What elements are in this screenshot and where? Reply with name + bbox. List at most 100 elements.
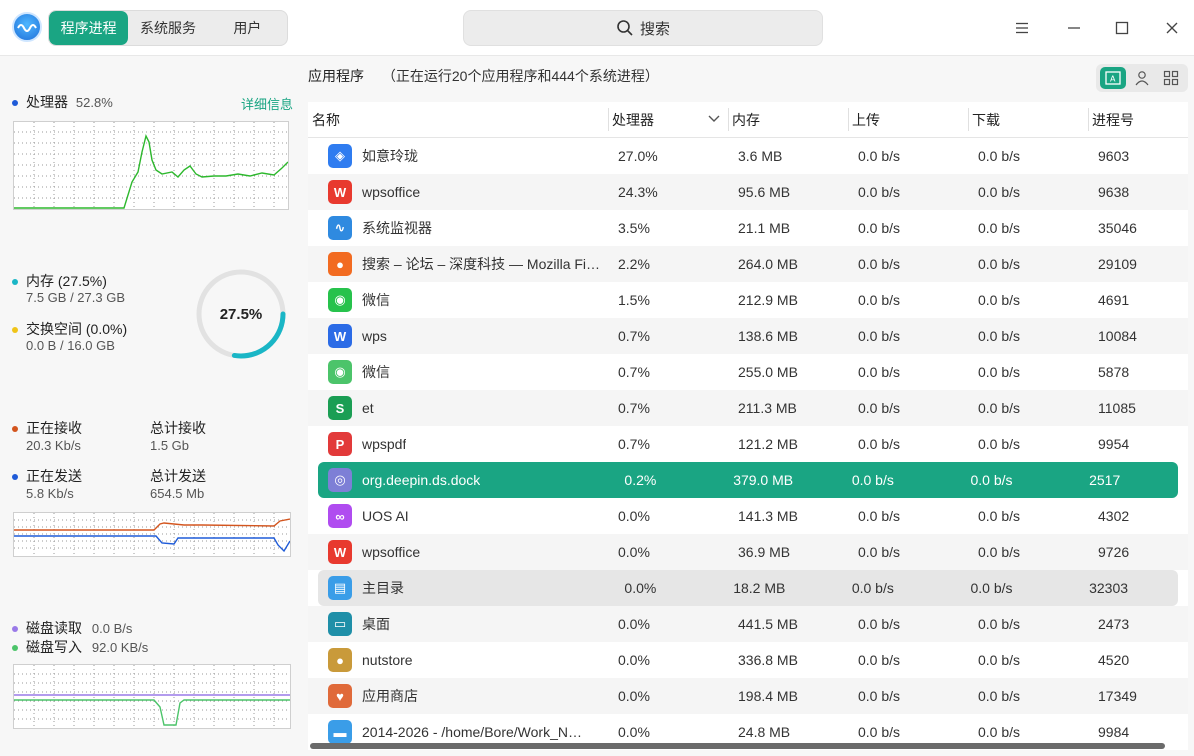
process-upload: 0.0 b/s [851, 472, 894, 488]
table-row[interactable]: ◉ 微信 0.7% 255.0 MB 0.0 b/s 0.0 b/s 5878 [308, 354, 1188, 390]
column-name[interactable]: 名称 [308, 102, 608, 137]
process-download: 0.0 b/s [970, 580, 1013, 596]
title-bar: 程序进程 系统服务 用户 搜索 [0, 0, 1194, 56]
horizontal-scrollbar[interactable] [310, 743, 1165, 749]
process-memory: 211.3 MB [738, 400, 797, 416]
table-row[interactable]: ◉ 微信 1.5% 212.9 MB 0.0 b/s 0.0 b/s 4691 [308, 282, 1188, 318]
column-cpu[interactable]: 处理器 [608, 102, 728, 137]
process-memory: 24.8 MB [738, 724, 791, 740]
process-memory: 18.2 MB [733, 580, 786, 596]
process-name-cell: ∿ 系统监视器 [308, 216, 608, 240]
process-cpu: 0.7% [618, 328, 650, 344]
svg-text:A: A [1110, 75, 1116, 84]
column-download[interactable]: 下载 [968, 102, 1088, 137]
process-name-cell: Pwpspdf [308, 432, 608, 456]
process-name: 微信 [362, 364, 390, 380]
column-upload[interactable]: 上传 [848, 102, 968, 137]
list-header: 应用程序 （正在运行20个应用程序和444个系统进程） [308, 66, 659, 86]
process-pid: 4520 [1098, 652, 1130, 668]
table-row[interactable]: ∞ UOS AI 0.0% 141.3 MB 0.0 b/s 0.0 b/s 4302 [308, 498, 1188, 534]
column-memory[interactable]: 内存 [728, 102, 848, 137]
disk-graph [13, 664, 291, 729]
process-download: 0.0 b/s [978, 292, 1021, 308]
table-row[interactable]: Wwpsoffice 24.3% 95.6 MB 0.0 b/s 0.0 b/s 9638 [308, 174, 1188, 210]
network-graph [13, 512, 291, 557]
table-row[interactable]: ● 搜索 – 论坛 – 深度科技 — Mozilla Firefox 2.2% 264… [308, 246, 1188, 282]
process-pid: 9726 [1098, 544, 1130, 560]
swap-value: 0.0 B / 16.0 GB [26, 338, 115, 353]
process-name: 如意玲珑 [362, 148, 418, 164]
process-name: 搜索 – 论坛 – 深度科技 — Mozilla Firefox [362, 256, 602, 272]
process-name: wps [362, 328, 387, 344]
spreadsheet-icon: S [328, 396, 352, 420]
desktop-icon: ▭ [328, 612, 352, 636]
process-name: 微信 [362, 292, 390, 308]
table-row[interactable]: Pwpspdf 0.7% 121.2 MB 0.0 b/s 0.0 b/s 9954 [308, 426, 1188, 462]
process-cpu: 0.7% [618, 436, 650, 452]
wechat-icon: ◉ [328, 288, 352, 312]
tab-services[interactable]: 系统服务 [128, 11, 207, 45]
search-placeholder: 搜索 [639, 20, 670, 38]
process-upload: 0.0 b/s [858, 364, 901, 380]
process-download: 0.0 b/s [978, 652, 1021, 668]
table-row[interactable]: ● nutstore 0.0% 336.8 MB 0.0 b/s 0.0 b/s 4520 [308, 642, 1188, 678]
view-all-button[interactable] [1158, 67, 1184, 89]
memory-ring: 27.5% [194, 267, 288, 361]
process-pid: 17349 [1098, 688, 1137, 704]
process-memory: 255.0 MB [738, 364, 798, 380]
user-icon [1135, 71, 1149, 86]
process-pid: 9603 [1098, 148, 1130, 164]
total-send-label: 总计发送 [150, 468, 206, 484]
search-input[interactable]: 搜索 [463, 10, 823, 46]
cpu-details-link[interactable]: 详细信息 [241, 94, 293, 113]
disk-read-value: 0.0 B/s [91, 621, 133, 636]
process-name: UOS AI [362, 508, 409, 524]
process-memory: 21.1 MB [738, 220, 791, 236]
nutstore-icon: ● [328, 648, 352, 672]
process-memory: 141.3 MB [738, 508, 798, 524]
maximize-button[interactable] [1108, 14, 1136, 42]
table-row[interactable]: Wwpsoffice 0.0% 36.9 MB 0.0 b/s 0.0 b/s 9726 [308, 534, 1188, 570]
process-pid: 4302 [1098, 508, 1130, 524]
send-legend-dot [12, 474, 18, 481]
app-view-icon: A [1105, 71, 1121, 85]
process-name: wpsoffice [362, 184, 421, 200]
table-row[interactable]: ▤ 主目录 0.0% 18.2 MB 0.0 b/s 0.0 b/s 32303 [318, 570, 1178, 606]
table-row[interactable]: ♥ 应用商店 0.0% 198.4 MB 0.0 b/s 0.0 b/s 17349 [308, 678, 1188, 714]
total-recv-label: 总计接收 [150, 420, 206, 436]
table-row[interactable]: ∿ 系统监视器 3.5% 21.1 MB 0.0 b/s 0.0 b/s 35046 [308, 210, 1188, 246]
disk-read-label: 磁盘读取 0.0 B/s [12, 618, 132, 638]
table-row[interactable]: ▭ 桌面 0.0% 441.5 MB 0.0 b/s 0.0 b/s 2473 [308, 606, 1188, 642]
process-memory: 3.6 MB [738, 148, 783, 164]
process-upload: 0.0 b/s [858, 148, 901, 164]
chevron-down-icon [708, 115, 720, 122]
process-download: 0.0 b/s [970, 472, 1013, 488]
process-name: wpspdf [362, 436, 407, 452]
process-pid: 32303 [1089, 580, 1129, 596]
minimize-button[interactable] [1060, 14, 1088, 42]
menu-button[interactable] [1008, 14, 1036, 42]
tab-processes[interactable]: 程序进程 [49, 11, 129, 45]
view-user-button[interactable] [1129, 67, 1155, 89]
process-memory: 95.6 MB [738, 184, 791, 200]
table-row[interactable]: ◈ 如意玲珑 27.0% 3.6 MB 0.0 b/s 0.0 b/s 9603 [308, 138, 1188, 174]
pdf-icon: P [328, 432, 352, 456]
table-row[interactable]: ◎ org.deepin.ds.dock 0.2% 379.0 MB 0.0 b/s 0.… [318, 462, 1178, 498]
process-memory: 36.9 MB [738, 544, 791, 560]
process-download: 0.0 b/s [978, 508, 1021, 524]
table-row[interactable]: Set 0.7% 211.3 MB 0.0 b/s 0.0 b/s 11085 [308, 390, 1188, 426]
process-name-cell: ♥ 应用商店 [308, 684, 608, 708]
close-button[interactable] [1158, 14, 1186, 42]
view-apps-button[interactable]: A [1100, 67, 1127, 89]
system-monitor-logo-icon [12, 12, 42, 42]
column-pid[interactable]: 进程号 [1088, 102, 1188, 137]
process-pid: 11085 [1098, 400, 1136, 416]
process-name-cell: ▭ 桌面 [308, 612, 608, 636]
process-upload: 0.0 b/s [858, 616, 901, 632]
swap-legend-dot [12, 327, 18, 334]
table-row[interactable]: Wwps 0.7% 138.6 MB 0.0 b/s 0.0 b/s 10084 [308, 318, 1188, 354]
store-icon: ♥ [328, 684, 352, 708]
process-download: 0.0 b/s [978, 184, 1021, 200]
tab-users[interactable]: 用户 [208, 11, 287, 45]
process-name-cell: ● nutstore [308, 648, 608, 672]
